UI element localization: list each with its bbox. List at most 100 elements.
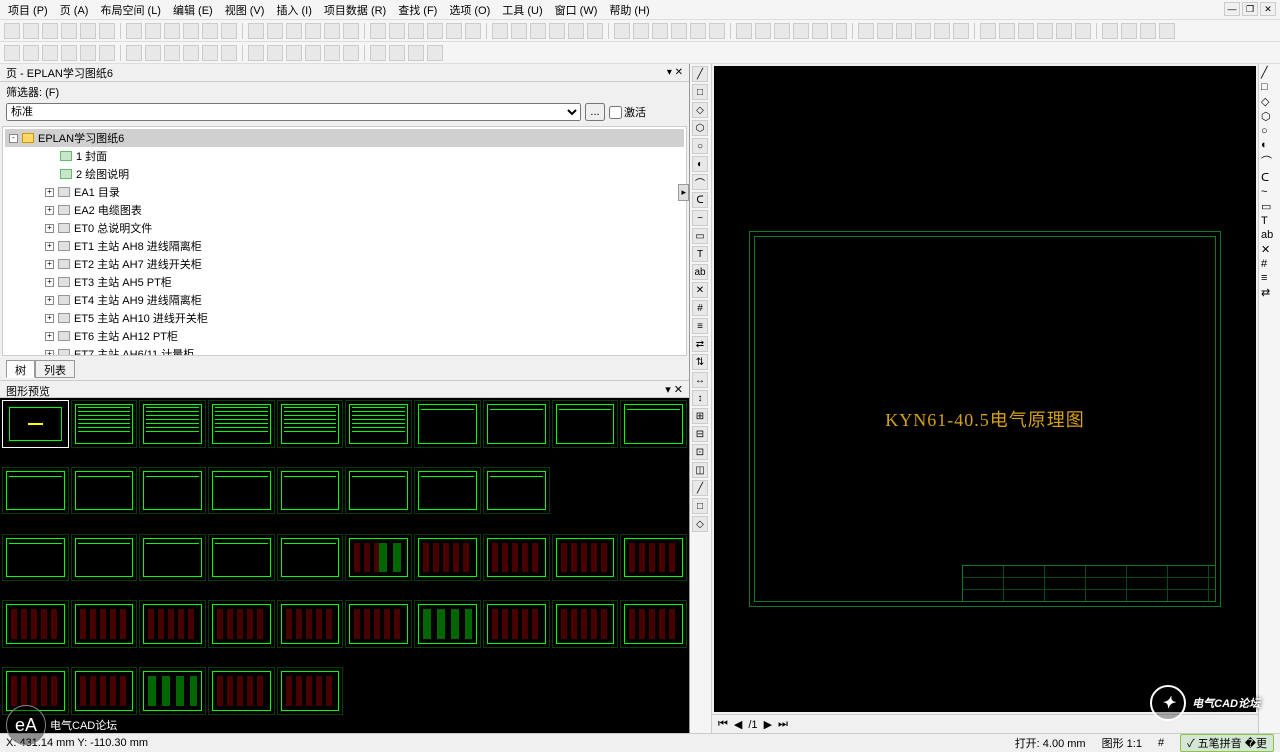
tree-item[interactable]: 2 绘图说明 bbox=[5, 165, 684, 183]
menu-window[interactable]: 窗口 (W) bbox=[551, 0, 602, 20]
expand-icon[interactable]: + bbox=[45, 314, 54, 323]
menu-layout[interactable]: 布局空间 (L) bbox=[96, 0, 165, 20]
tool-icon[interactable]: ▭ bbox=[1261, 200, 1278, 213]
thumbnail[interactable] bbox=[483, 600, 550, 648]
tool-icon[interactable]: ⌒ bbox=[692, 174, 708, 190]
tool-icon[interactable]: ⬡ bbox=[1261, 110, 1278, 123]
toolbar-icon[interactable] bbox=[831, 23, 847, 39]
tool-icon[interactable]: ⬡ bbox=[692, 120, 708, 136]
toolbar-icon[interactable] bbox=[549, 23, 565, 39]
thumbnail[interactable] bbox=[139, 534, 206, 582]
toolbar-icon[interactable] bbox=[492, 23, 508, 39]
toolbar-icon[interactable] bbox=[633, 23, 649, 39]
expand-icon[interactable]: + bbox=[45, 278, 54, 287]
tool-icon[interactable]: ◐ bbox=[1261, 139, 1278, 151]
toolbar-icon[interactable] bbox=[183, 45, 199, 61]
tool-icon[interactable]: ≡ bbox=[692, 318, 708, 334]
toolbar-icon[interactable] bbox=[427, 45, 443, 61]
close-button[interactable]: ✕ bbox=[1260, 2, 1276, 16]
tool-icon[interactable]: ⊡ bbox=[692, 444, 708, 460]
tool-icon[interactable]: ↕ bbox=[692, 390, 708, 406]
toolbar-icon[interactable] bbox=[614, 23, 630, 39]
tool-icon[interactable]: ⇅ bbox=[692, 354, 708, 370]
toolbar-icon[interactable] bbox=[23, 23, 39, 39]
expand-icon[interactable]: + bbox=[45, 206, 54, 215]
thumbnail[interactable] bbox=[208, 600, 275, 648]
filter-browse-button[interactable]: ... bbox=[585, 103, 605, 121]
thumbnail[interactable] bbox=[277, 600, 344, 648]
tab-list[interactable]: 列表 bbox=[35, 360, 75, 378]
tool-icon[interactable]: ⊞ bbox=[692, 408, 708, 424]
thumbnail[interactable] bbox=[71, 534, 138, 582]
toolbar-icon[interactable] bbox=[408, 45, 424, 61]
thumbnail[interactable] bbox=[71, 600, 138, 648]
nav-first-icon[interactable]: ⏮ bbox=[716, 718, 730, 731]
tool-icon[interactable]: ╱ bbox=[692, 66, 708, 82]
thumbnail[interactable] bbox=[414, 467, 481, 515]
thumbnail[interactable] bbox=[208, 667, 275, 715]
thumbnail[interactable] bbox=[552, 534, 619, 582]
thumbnail[interactable] bbox=[345, 467, 412, 515]
tree-item[interactable]: +ET6 主站 AH12 PT柜 bbox=[5, 327, 684, 345]
menu-page[interactable]: 页 (A) bbox=[56, 0, 93, 20]
toolbar-icon[interactable] bbox=[4, 23, 20, 39]
toolbar-icon[interactable] bbox=[511, 23, 527, 39]
toolbar-icon[interactable] bbox=[1056, 23, 1072, 39]
tool-icon[interactable]: ᑕ bbox=[1261, 171, 1278, 184]
tool-icon[interactable]: ab bbox=[1261, 229, 1278, 241]
thumbnail[interactable] bbox=[345, 400, 412, 448]
expand-icon[interactable]: - bbox=[9, 134, 18, 143]
ime-indicator[interactable]: ✓ 五笔拼音 �更 bbox=[1180, 734, 1274, 752]
toolbar-icon[interactable] bbox=[774, 23, 790, 39]
toolbar-icon[interactable] bbox=[1037, 23, 1053, 39]
thumbnail[interactable] bbox=[620, 400, 687, 448]
thumbnail[interactable] bbox=[71, 400, 138, 448]
thumbnail[interactable] bbox=[139, 600, 206, 648]
tool-icon[interactable]: T bbox=[692, 246, 708, 262]
tool-icon[interactable]: ⌒ bbox=[1261, 153, 1278, 169]
tool-icon[interactable]: ◫ bbox=[692, 462, 708, 478]
toolbar-icon[interactable] bbox=[690, 23, 706, 39]
menu-view[interactable]: 视图 (V) bbox=[221, 0, 269, 20]
tool-icon[interactable]: ╱ bbox=[1261, 66, 1278, 79]
tool-icon[interactable]: □ bbox=[692, 84, 708, 100]
thumbnail[interactable] bbox=[414, 534, 481, 582]
toolbar-icon[interactable] bbox=[80, 23, 96, 39]
toolbar-icon[interactable] bbox=[858, 23, 874, 39]
thumbnail[interactable] bbox=[2, 600, 69, 648]
toolbar-icon[interactable] bbox=[915, 23, 931, 39]
toolbar-icon[interactable] bbox=[99, 23, 115, 39]
tool-icon[interactable]: ~ bbox=[1261, 186, 1278, 198]
thumbnail[interactable] bbox=[139, 667, 206, 715]
toolbar-icon[interactable] bbox=[80, 45, 96, 61]
restore-button[interactable]: ❐ bbox=[1242, 2, 1258, 16]
minimize-button[interactable]: — bbox=[1224, 2, 1240, 16]
tool-icon[interactable]: ◇ bbox=[692, 102, 708, 118]
thumbnail[interactable] bbox=[552, 400, 619, 448]
toolbar-icon[interactable] bbox=[465, 23, 481, 39]
toolbar-icon[interactable] bbox=[126, 45, 142, 61]
toolbar-icon[interactable] bbox=[1121, 23, 1137, 39]
expand-icon[interactable]: + bbox=[45, 242, 54, 251]
menu-tools[interactable]: 工具 (U) bbox=[498, 0, 546, 20]
toolbar-icon[interactable] bbox=[305, 45, 321, 61]
tool-icon[interactable]: ⊟ bbox=[692, 426, 708, 442]
toolbar-icon[interactable] bbox=[1018, 23, 1034, 39]
pages-panel-close-icon[interactable]: ▾ ✕ bbox=[667, 67, 683, 78]
expand-icon[interactable]: + bbox=[45, 260, 54, 269]
tool-icon[interactable]: ⇄ bbox=[1261, 286, 1278, 299]
tree-item[interactable]: +EA1 目录 bbox=[5, 183, 684, 201]
activate-checkbox-label[interactable]: 激活 bbox=[609, 104, 646, 120]
toolbar-icon[interactable] bbox=[736, 23, 752, 39]
toolbar-icon[interactable] bbox=[267, 45, 283, 61]
toolbar-icon[interactable] bbox=[408, 23, 424, 39]
tool-icon[interactable]: ~ bbox=[692, 210, 708, 226]
toolbar-icon[interactable] bbox=[652, 23, 668, 39]
tool-icon[interactable]: ✕ bbox=[1261, 243, 1278, 256]
toolbar-icon[interactable] bbox=[248, 23, 264, 39]
tool-icon[interactable]: ▭ bbox=[692, 228, 708, 244]
toolbar-icon[interactable] bbox=[671, 23, 687, 39]
tree-item[interactable]: +ET5 主站 AH10 进线开关柜 bbox=[5, 309, 684, 327]
thumbnail[interactable] bbox=[2, 534, 69, 582]
tree-item[interactable]: +ET3 主站 AH5 PT柜 bbox=[5, 273, 684, 291]
